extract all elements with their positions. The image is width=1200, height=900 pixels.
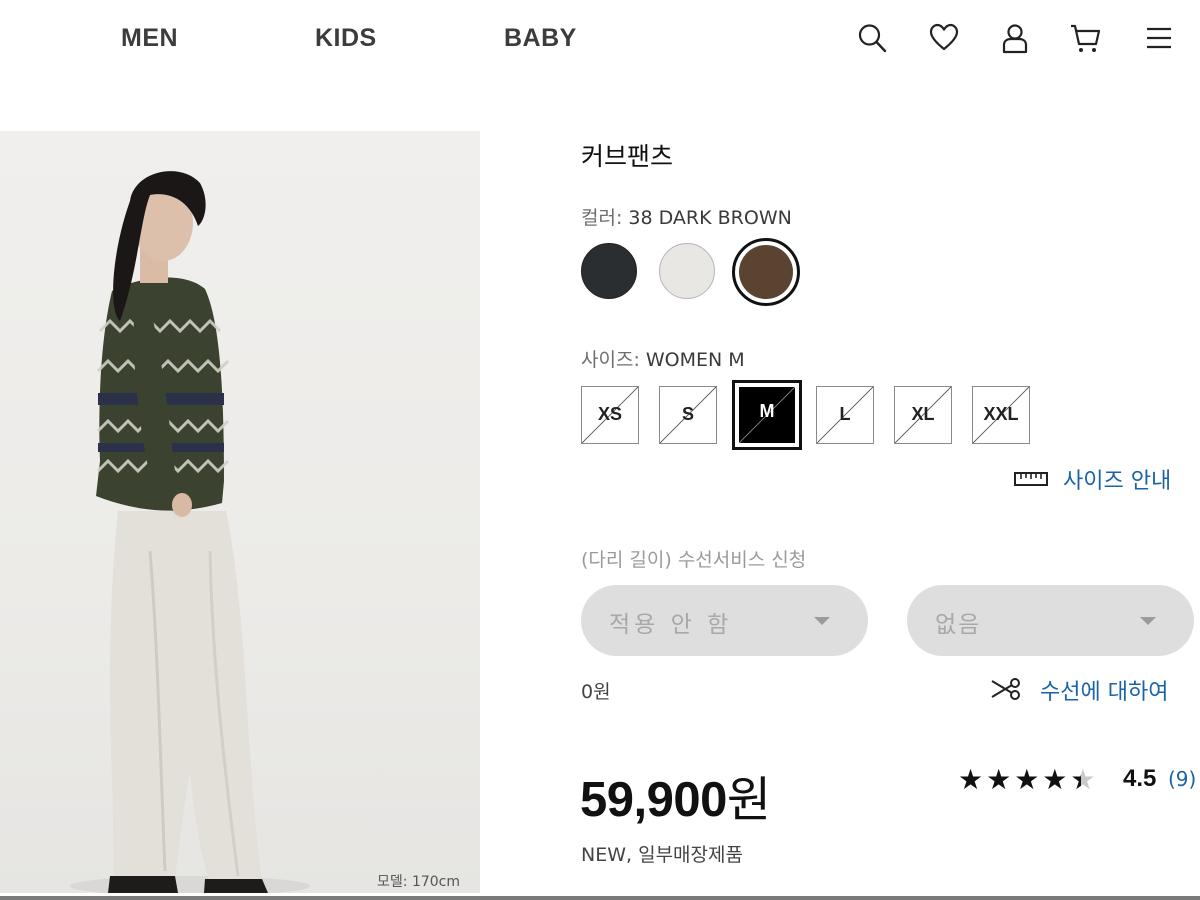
color-value: 38 DARK BROWN (628, 207, 792, 229)
size-option-label: L (839, 404, 851, 424)
chevron-down-icon (814, 617, 830, 625)
review-count-link[interactable]: (9) (1168, 767, 1196, 791)
color-swatch-dark-brown[interactable] (732, 238, 800, 306)
model-height-caption: 모델: 170cm (377, 874, 460, 890)
user-icon[interactable] (1000, 22, 1030, 56)
size-option-label: S (681, 404, 694, 424)
color-swatch-fill (739, 245, 793, 299)
nav-baby[interactable]: BABY (504, 24, 577, 53)
alteration-fee: 0원 (581, 681, 611, 703)
scissors-icon[interactable] (990, 677, 1022, 701)
nav-men[interactable]: MEN (121, 24, 178, 53)
size-option-xl[interactable]: XL (894, 386, 952, 444)
color-label: 컬러: 38 DARK BROWN (581, 203, 792, 230)
size-label: 사이즈: WOMEN M (581, 345, 745, 372)
size-option-label: XS (597, 404, 622, 424)
size-option-l[interactable]: L (816, 386, 874, 444)
price-amount: 59,900 (580, 773, 727, 827)
alteration-length-select[interactable]: 없음 (907, 585, 1194, 656)
alteration-info-link[interactable]: 수선에 대하여 (1040, 674, 1168, 706)
product-title: 커브팬츠 (581, 142, 674, 171)
size-label-text: 사이즈: (581, 349, 640, 371)
color-swatch-black[interactable] (581, 243, 637, 299)
chevron-down-icon (1140, 617, 1156, 625)
page-divider (0, 896, 1200, 900)
model-illustration (70, 171, 310, 893)
size-option-xs[interactable]: XS (581, 386, 639, 444)
half-star-icon: ★★ (1070, 763, 1099, 796)
nav-kids[interactable]: KIDS (315, 24, 377, 53)
alteration-label: (다리 길이) 수선서비스 신청 (581, 549, 807, 571)
size-guide-link[interactable]: 사이즈 안내 (1063, 463, 1171, 495)
product-price: 59,900원 (580, 760, 771, 830)
price-currency: 원 (726, 772, 771, 828)
size-option-s[interactable]: S (659, 386, 717, 444)
size-option-label: M (759, 401, 775, 421)
size-option-xxl[interactable]: XXL (972, 386, 1030, 444)
alteration-option-select[interactable]: 적용 안 함 (581, 585, 868, 656)
rating-value: 4.5 (1123, 765, 1157, 792)
product-image[interactable]: 모델: 170cm (0, 131, 480, 893)
search-icon[interactable] (857, 22, 887, 56)
color-swatch-off-white[interactable] (659, 243, 715, 299)
rating-stars[interactable]: ★★★★★★ (958, 763, 1099, 796)
ruler-icon[interactable] (1014, 471, 1048, 487)
alteration-option-value: 적용 안 함 (609, 612, 733, 638)
alteration-length-value: 없음 (935, 612, 982, 638)
size-option-fill: M (739, 387, 795, 443)
product-tags: NEW, 일부매장제품 (581, 844, 743, 866)
cart-icon[interactable] (1070, 22, 1101, 56)
size-value: WOMEN M (645, 349, 745, 371)
size-option-label: XXL (983, 404, 1019, 424)
color-label-text: 컬러: (581, 207, 623, 229)
size-option-label: XL (911, 404, 935, 424)
heart-icon[interactable] (929, 22, 959, 56)
menu-icon[interactable] (1144, 22, 1174, 56)
size-option-m[interactable]: M (732, 380, 802, 450)
star-icons: ★★★★ (958, 763, 1071, 796)
